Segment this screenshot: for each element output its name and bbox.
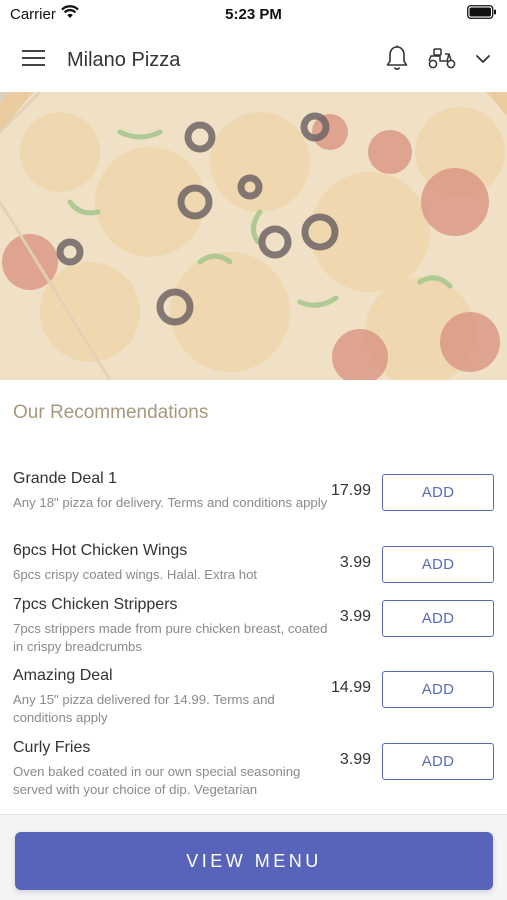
- header-actions: [385, 45, 491, 76]
- item-description: 7pcs strippers made from pure chicken br…: [13, 621, 328, 654]
- status-right: [467, 5, 497, 23]
- item-name: Curly Fries: [13, 739, 91, 756]
- battery-icon: [467, 5, 497, 23]
- app-title: Milano Pizza: [67, 48, 181, 71]
- item-name: Amazing Deal: [13, 667, 113, 684]
- item-description: Any 15" pizza delivered for 14.99. Terms…: [13, 692, 275, 725]
- item-name: 6pcs Hot Chicken Wings: [13, 542, 188, 559]
- item-description: Oven baked coated in our own special sea…: [13, 764, 301, 797]
- add-button[interactable]: ADD: [382, 671, 494, 708]
- hero-banner: [0, 92, 507, 380]
- notifications-button[interactable]: [385, 45, 409, 76]
- bottom-bar: VIEW MENU: [0, 814, 507, 900]
- section-title: Our Recommendations: [13, 402, 209, 423]
- add-button[interactable]: ADD: [382, 600, 494, 637]
- pizza-photo: [0, 92, 507, 380]
- item-price: 17.99: [330, 482, 371, 499]
- delivery-mode-button[interactable]: [427, 46, 457, 75]
- item-description: 6pcs crispy coated wings. Halal. Extra h…: [13, 567, 258, 582]
- app-header: Milano Pizza: [0, 28, 507, 92]
- add-button[interactable]: ADD: [382, 474, 494, 511]
- menu-icon: [22, 49, 46, 72]
- carrier-label: Carrier: [10, 5, 56, 23]
- add-button[interactable]: ADD: [382, 546, 494, 583]
- chevron-down-icon: [475, 51, 491, 69]
- status-bar: Carrier 5:23 PM: [0, 0, 507, 28]
- item-price: 14.99: [330, 679, 371, 696]
- delivery-mode-dropdown[interactable]: [475, 51, 491, 69]
- scooter-icon: [427, 46, 457, 75]
- bell-icon: [385, 45, 409, 76]
- status-left: Carrier: [10, 5, 79, 23]
- item-name: Grande Deal 1: [13, 470, 118, 487]
- item-description: Any 18" pizza for delivery. Terms and co…: [13, 495, 328, 510]
- item-name: 7pcs Chicken Strippers: [13, 596, 178, 613]
- item-price: 3.99: [339, 751, 371, 768]
- item-price: 3.99: [339, 554, 371, 571]
- view-menu-button[interactable]: VIEW MENU: [15, 832, 493, 890]
- item-price: 3.99: [339, 608, 371, 625]
- menu-button[interactable]: [20, 46, 48, 74]
- add-button[interactable]: ADD: [382, 743, 494, 780]
- wifi-icon: [60, 5, 79, 23]
